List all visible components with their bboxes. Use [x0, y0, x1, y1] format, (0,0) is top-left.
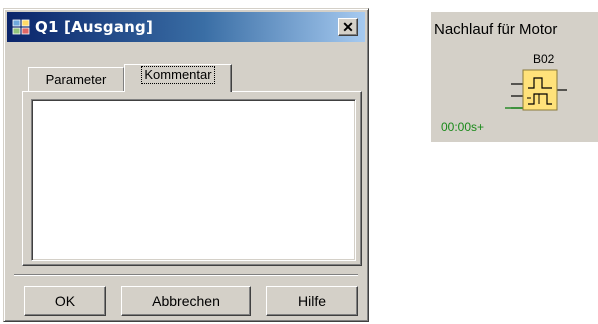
button-separator [14, 274, 358, 276]
cancel-button[interactable]: Abbrechen [121, 286, 251, 316]
function-block[interactable]: Nachlauf für Motor B02 00:00s+ [431, 12, 598, 142]
properties-dialog: Q1 [Ausgang] ✕ Parameter Kommentar OK Ab… [3, 8, 369, 322]
ok-button[interactable]: OK [24, 286, 106, 316]
tab-kommentar[interactable]: Kommentar [124, 64, 232, 92]
comment-textarea[interactable] [31, 99, 356, 261]
close-button[interactable]: ✕ [338, 18, 358, 36]
close-icon: ✕ [342, 19, 354, 35]
timer-parameter: 00:00s+ [441, 120, 485, 134]
application-icon [12, 19, 30, 35]
dialog-title: Q1 [Ausgang] [35, 18, 154, 36]
tab-parameter[interactable]: Parameter [28, 67, 124, 91]
tab-kommentar-label: Kommentar [141, 66, 215, 84]
dialog-titlebar[interactable]: Q1 [Ausgang] ✕ [7, 12, 365, 42]
tab-parameter-label: Parameter [45, 72, 107, 87]
help-button[interactable]: Hilfe [266, 286, 358, 316]
